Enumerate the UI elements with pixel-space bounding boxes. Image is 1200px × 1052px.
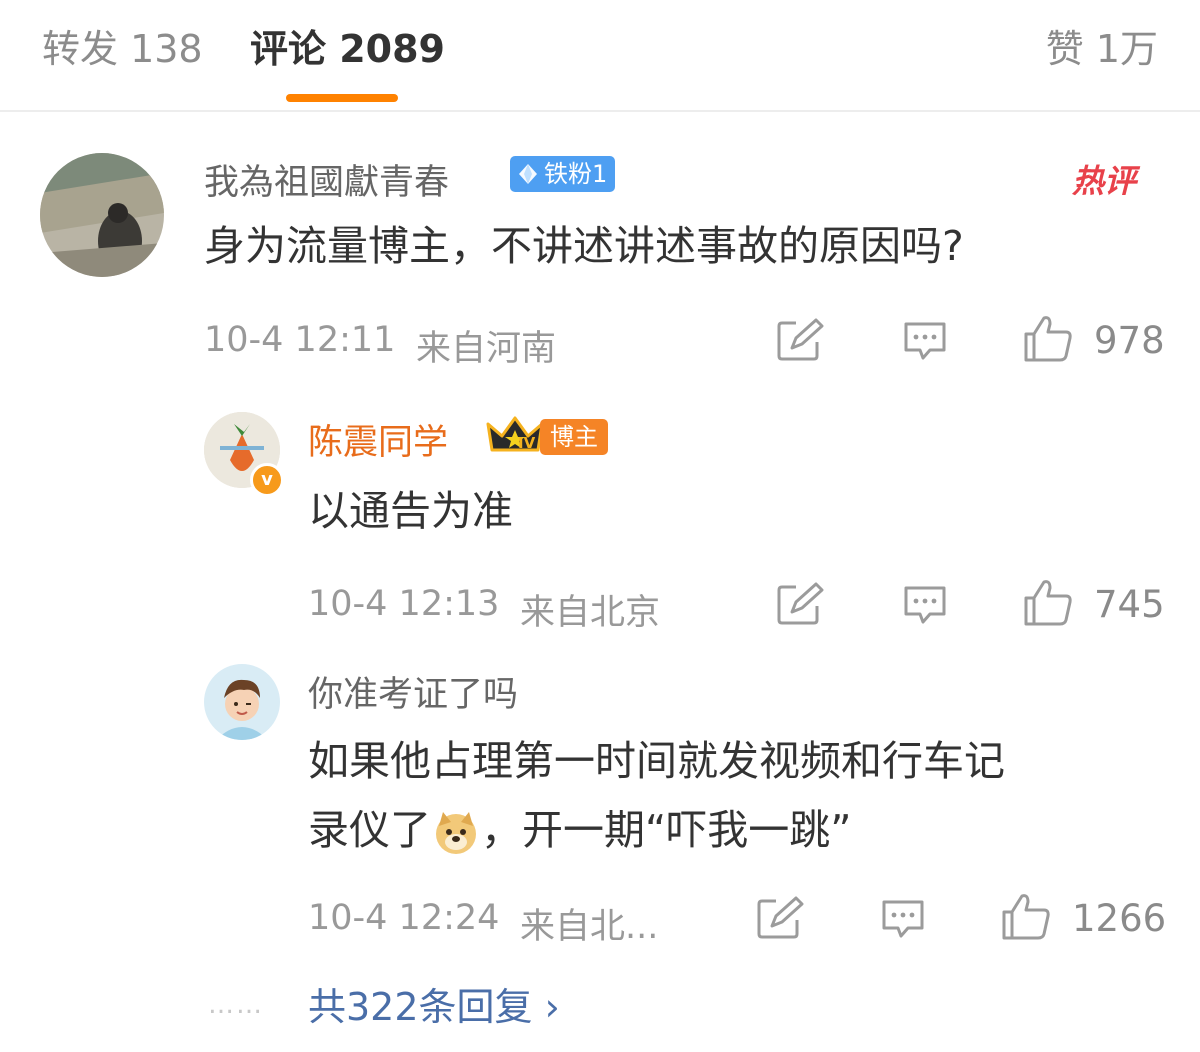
reply-text-line-1: 如果他占理第一时间就发视频和行车记 <box>308 737 1005 785</box>
reply-location: 来自北... <box>520 907 659 947</box>
comment-username[interactable]: 我為祖國獻青春 <box>204 154 449 205</box>
reply-time: 10-4 12:24 <box>308 898 500 938</box>
tab-likes[interactable]: 赞 1万 <box>1046 18 1158 73</box>
avatar[interactable] <box>40 153 164 277</box>
repost-icon[interactable] <box>756 896 804 940</box>
divider <box>0 110 1200 112</box>
comment-icon[interactable] <box>902 320 948 364</box>
tab-comments[interactable]: 评论 2089 <box>250 18 445 73</box>
reply-username[interactable]: 陈震同学 <box>308 414 448 465</box>
more-replies-link[interactable]: 共322条回复 › <box>308 976 560 1031</box>
comment-time: 10-4 12:11 <box>204 320 396 360</box>
blogger-badge: 博主 <box>540 419 608 455</box>
like-count: 1266 <box>1072 897 1167 940</box>
repost-icon[interactable] <box>776 582 824 626</box>
like-count: 745 <box>1094 583 1165 626</box>
fan-badge-label: 铁粉1 <box>544 160 608 188</box>
diamond-icon <box>519 164 537 184</box>
separator-dots: …… <box>208 990 264 1020</box>
reply-username[interactable]: 你准考证了吗 <box>308 666 518 717</box>
reply-text-part: ，开一期“吓我一跳” <box>481 806 852 854</box>
verified-badge: v <box>250 463 284 497</box>
comment-text: 身为流量博主，不讲述讲述事故的原因吗? <box>204 222 964 270</box>
crown-icon <box>486 416 544 452</box>
reply-time: 10-4 12:13 <box>308 584 500 624</box>
doge-emoji-icon <box>436 812 476 854</box>
reply-text-part: 录仪了 <box>308 806 431 854</box>
comment-location: 来自河南 <box>416 329 557 369</box>
reply-text: 以通告为准 <box>308 487 513 535</box>
hot-comment-tag: 热评 <box>1072 162 1137 200</box>
like-icon[interactable] <box>1022 314 1074 364</box>
active-tab-indicator <box>286 94 398 102</box>
comment-icon[interactable] <box>902 584 948 628</box>
like-count: 978 <box>1094 319 1165 362</box>
fan-badge[interactable]: 铁粉1 <box>510 156 616 192</box>
avatar[interactable] <box>204 664 280 740</box>
repost-icon[interactable] <box>776 318 824 362</box>
level-badge: IV <box>518 434 536 452</box>
reply-text-line-2: 录仪了 ，开一期“吓我一跳” <box>308 796 851 864</box>
comment-icon[interactable] <box>880 898 926 942</box>
tab-repost[interactable]: 转发 138 <box>42 18 203 73</box>
like-icon[interactable] <box>1000 892 1052 942</box>
like-icon[interactable] <box>1022 578 1074 628</box>
reply-location: 来自北京 <box>520 593 661 633</box>
